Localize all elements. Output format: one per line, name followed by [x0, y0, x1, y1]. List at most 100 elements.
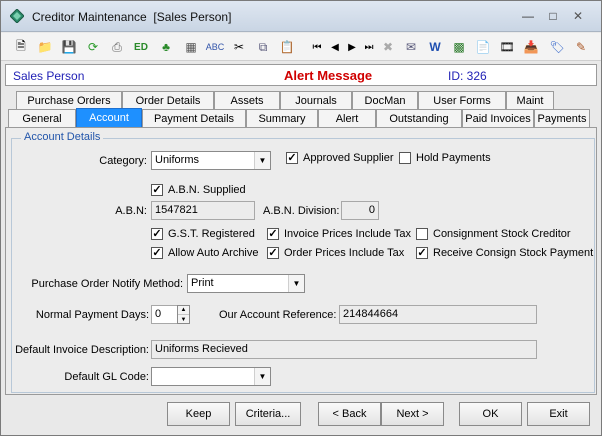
chevron-down-icon[interactable]: ▼: [254, 368, 270, 385]
tab-purchase-orders[interactable]: Purchase Orders: [16, 91, 122, 109]
hold-payments-checkbox[interactable]: Hold Payments: [399, 152, 491, 164]
category-select[interactable]: Uniforms ▼: [151, 151, 271, 170]
record-id: ID: 326: [448, 69, 487, 83]
default-invoice-description-field[interactable]: Uniforms Recieved: [151, 340, 537, 359]
approved-supplier-checkbox[interactable]: ✓ Approved Supplier: [286, 152, 394, 164]
hold-payments-label: Hold Payments: [416, 152, 491, 164]
approved-supplier-label: Approved Supplier: [303, 152, 394, 164]
tab-payments[interactable]: Payments: [534, 109, 590, 127]
category-value: Uniforms: [155, 154, 200, 166]
exit-button[interactable]: Exit: [527, 402, 590, 426]
close-button[interactable]: ✕: [567, 7, 589, 25]
receive-consign-stock-payment-checkbox[interactable]: ✓ Receive Consign Stock Payment: [416, 247, 593, 259]
delete-icon[interactable]: ✖: [378, 37, 398, 57]
record-type-label: Sales Person: [13, 69, 85, 83]
alert-message[interactable]: Alert Message: [284, 68, 372, 83]
spin-down-icon[interactable]: ▼: [178, 315, 189, 324]
maximize-button[interactable]: □: [542, 7, 564, 25]
gst-registered-checkbox[interactable]: ✓ G.S.T. Registered: [151, 228, 255, 240]
new-icon[interactable]: 🗎: [11, 37, 31, 57]
tab-docman[interactable]: DocMan: [352, 91, 418, 109]
consignment-stock-creditor-checkbox[interactable]: Consignment Stock Creditor: [416, 228, 571, 240]
refresh-icon[interactable]: ⟳: [83, 37, 103, 57]
empty-checkbox-icon: [399, 152, 411, 164]
check-icon: ✓: [151, 184, 163, 196]
first-record-icon[interactable]: ⏮: [307, 37, 327, 57]
payment-days-spinner[interactable]: ▲ ▼: [177, 305, 190, 324]
account-details-title: Account Details: [21, 131, 104, 143]
film-icon[interactable]: 🎞: [497, 37, 517, 57]
tab-account[interactable]: Account: [76, 108, 142, 127]
notes-icon[interactable]: 📄: [473, 37, 493, 57]
receive-consign-stock-payment-label: Receive Consign Stock Payment: [433, 247, 594, 259]
creditor-maintenance-window: Creditor Maintenance [Sales Person] — □ …: [0, 0, 602, 436]
our-account-reference-label: Our Account Reference:: [219, 309, 337, 321]
tab-alert[interactable]: Alert: [318, 109, 376, 127]
tab-assets[interactable]: Assets: [214, 91, 280, 109]
calculator-icon[interactable]: ▦: [181, 37, 201, 57]
check-icon: ✓: [286, 152, 298, 164]
tree-icon[interactable]: ♣: [156, 37, 176, 57]
spin-up-icon[interactable]: ▲: [178, 306, 189, 315]
tab-payment-details[interactable]: Payment Details: [142, 109, 246, 127]
edit-icon[interactable]: ED: [131, 37, 151, 57]
tag-icon[interactable]: 🏷: [547, 37, 567, 57]
po-notify-method-select[interactable]: Print ▼: [187, 274, 305, 293]
save-icon[interactable]: 💾: [59, 37, 79, 57]
allow-auto-archive-label: Allow Auto Archive: [168, 247, 259, 259]
last-record-icon[interactable]: ⏭: [359, 37, 379, 57]
print-icon[interactable]: ⎙: [107, 37, 127, 57]
allow-auto-archive-checkbox[interactable]: ✓ Allow Auto Archive: [151, 247, 259, 259]
check-icon: ✓: [267, 228, 279, 240]
tab-order-details[interactable]: Order Details: [122, 91, 214, 109]
paste-icon[interactable]: 📋: [277, 37, 297, 57]
invoice-prices-include-tax-checkbox[interactable]: ✓ Invoice Prices Include Tax: [267, 228, 411, 240]
abn-division-label: A.B.N. Division:: [263, 205, 340, 217]
open-folder-icon[interactable]: 📁: [35, 37, 55, 57]
title-bar: Creditor Maintenance [Sales Person] — □ …: [1, 1, 601, 32]
check-icon: ✓: [267, 247, 279, 259]
keep-button[interactable]: Keep: [167, 402, 230, 426]
po-notify-method-label: Purchase Order Notify Method:: [31, 278, 183, 290]
empty-checkbox-icon: [416, 228, 428, 240]
tab-journals[interactable]: Journals: [280, 91, 352, 109]
criteria-button[interactable]: Criteria...: [235, 402, 301, 426]
gst-registered-label: G.S.T. Registered: [168, 228, 255, 240]
tab-paid-invoices[interactable]: Paid Invoices: [462, 109, 534, 127]
abn-division-field[interactable]: 0: [341, 201, 379, 220]
tab-summary[interactable]: Summary: [246, 109, 318, 127]
tab-outstanding[interactable]: Outstanding: [376, 109, 462, 127]
chevron-down-icon[interactable]: ▼: [288, 275, 304, 292]
order-prices-include-tax-checkbox[interactable]: ✓ Order Prices Include Tax: [267, 247, 404, 259]
abn-label: A.B.N:: [115, 205, 147, 217]
ok-button[interactable]: OK: [459, 402, 522, 426]
chevron-down-icon[interactable]: ▼: [254, 152, 270, 169]
tab-maint[interactable]: Maint: [506, 91, 554, 109]
excel-icon[interactable]: ▩: [449, 37, 469, 57]
word-icon[interactable]: W: [425, 37, 445, 57]
our-account-reference-field[interactable]: 214844664: [339, 305, 537, 324]
record-header-bar: Sales Person Alert Message ID: 326: [5, 64, 597, 86]
default-gl-code-select[interactable]: ▼: [151, 367, 271, 386]
normal-payment-days-field[interactable]: 0: [151, 305, 178, 324]
copy-icon[interactable]: ⧉: [253, 37, 273, 57]
email-icon[interactable]: ✉: [401, 37, 421, 57]
check-icon: ✓: [151, 228, 163, 240]
tab-general[interactable]: General: [8, 109, 76, 127]
next-button[interactable]: Next >: [381, 402, 444, 426]
abn-supplied-checkbox[interactable]: ✓ A.B.N. Supplied: [151, 184, 246, 196]
po-notify-method-value: Print: [191, 277, 214, 289]
minimize-button[interactable]: —: [517, 7, 539, 25]
abn-field[interactable]: 1547821: [151, 201, 255, 220]
check-icon: ✓: [151, 247, 163, 259]
cut-icon[interactable]: ✂: [229, 37, 249, 57]
back-button[interactable]: < Back: [318, 402, 381, 426]
normal-payment-days-label: Normal Payment Days:: [35, 309, 149, 321]
edit-document-icon[interactable]: ✎: [571, 37, 591, 57]
tab-user-forms[interactable]: User Forms: [418, 91, 506, 109]
order-prices-include-tax-label: Order Prices Include Tax: [284, 247, 405, 259]
spellcheck-icon[interactable]: ABC: [205, 37, 225, 57]
default-invoice-description-label: Default Invoice Description:: [15, 344, 149, 356]
inbox-icon[interactable]: 📥: [521, 37, 541, 57]
abn-supplied-label: A.B.N. Supplied: [168, 184, 246, 196]
